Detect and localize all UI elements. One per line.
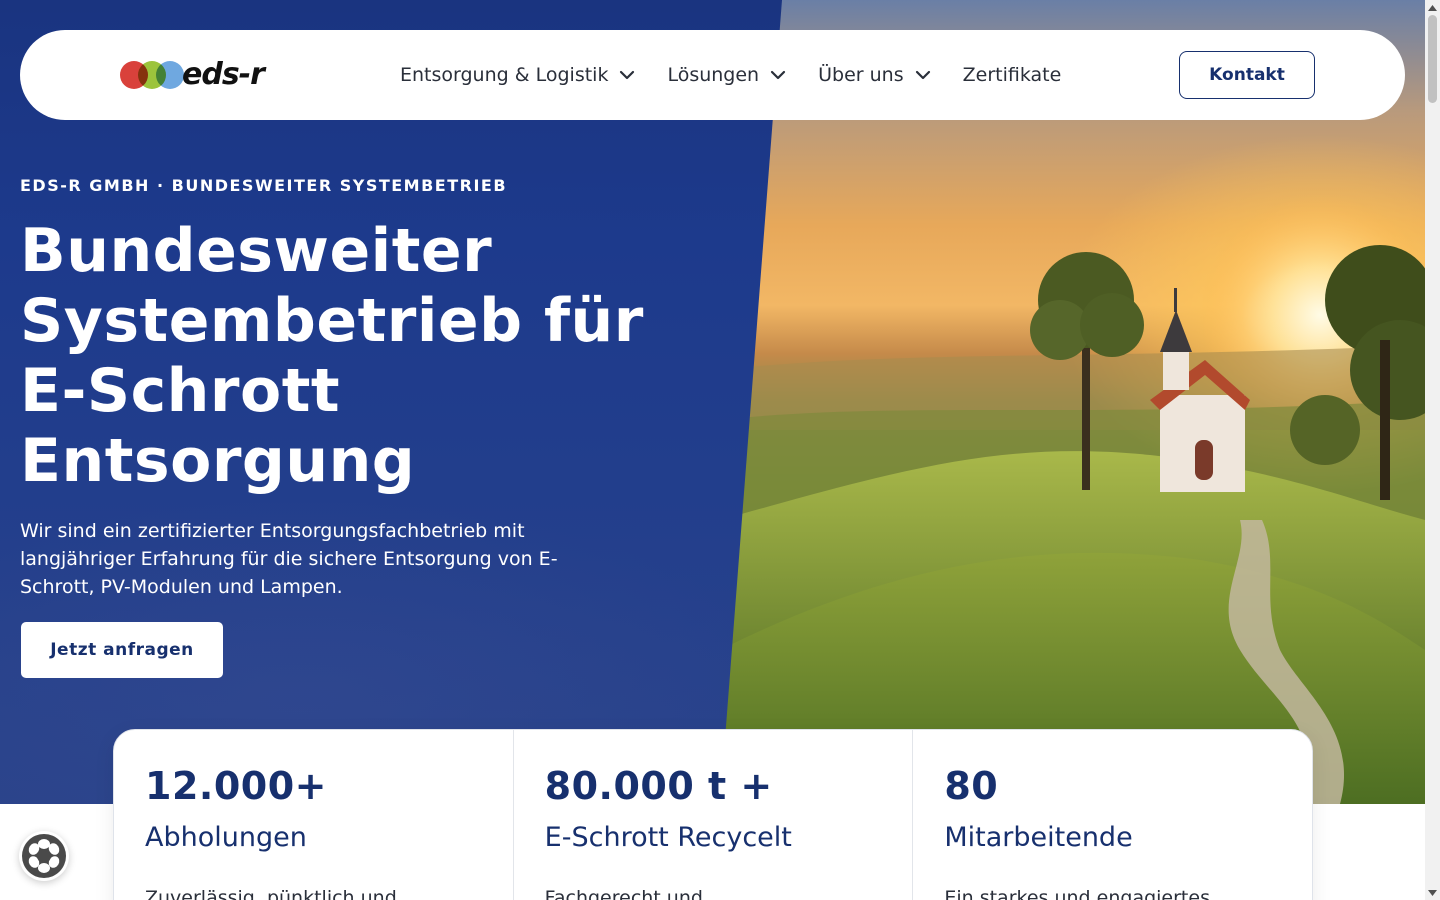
stat-desc: Ein starkes und engagiertes (944, 887, 1210, 900)
stat-mitarbeitende: 80 Mitarbeitende Ein starkes und engagie… (913, 730, 1312, 900)
logo-text: eds-r (182, 57, 265, 92)
nav-item-label: Entsorgung & Logistik (400, 64, 609, 86)
stat-abholungen: 12.000+ Abholungen Zuverlässig, pünktlic… (114, 730, 514, 900)
scroll-down-arrow-icon[interactable] (1425, 885, 1440, 900)
stat-label: Mitarbeitende (944, 822, 1133, 853)
nav-item-ueber-uns[interactable]: Über uns (818, 64, 932, 86)
page-scrollbar[interactable] (1425, 0, 1440, 900)
nav-item-label: Über uns (818, 64, 904, 86)
hero-eyebrow: EDS-R GMBH · BUNDESWEITER SYSTEMBETRIEB (20, 176, 508, 195)
jetzt-anfragen-button[interactable]: Jetzt anfragen (21, 622, 223, 678)
stat-label: Abholungen (145, 822, 307, 853)
stat-value: 80.000 t + (544, 764, 773, 808)
stat-e-schrott-recycelt: 80.000 t + E-Schrott Recycelt Fachgerech… (514, 730, 914, 900)
stat-desc: Zuverlässig, pünktlich und (145, 887, 397, 900)
cookie-settings-icon (22, 834, 66, 878)
stat-value: 80 (944, 764, 999, 808)
cookie-settings-button[interactable] (19, 831, 69, 881)
chevron-down-icon (915, 70, 930, 80)
hero-subtitle: Wir sind ein zertifizierter Entsorgungsf… (20, 520, 558, 598)
hero-title: Bundesweiter Systembetrieb für E-Schrott… (20, 216, 644, 496)
brand-logo[interactable]: eds-r (120, 60, 285, 90)
chevron-down-icon (620, 70, 635, 80)
stat-value: 12.000+ (145, 764, 327, 808)
nav-item-zertifikate[interactable]: Zertifikate (963, 64, 1062, 86)
main-nav: Entsorgung & Logistik Lösungen Über uns … (400, 30, 1092, 120)
top-navbar: eds-r Entsorgung & Logistik Lösungen Übe… (20, 30, 1405, 120)
logo-circles-icon (120, 60, 186, 90)
scroll-up-arrow-icon[interactable] (1425, 0, 1440, 15)
nav-item-label: Lösungen (667, 64, 760, 86)
kontakt-button[interactable]: Kontakt (1179, 51, 1315, 99)
scrollbar-thumb[interactable] (1428, 15, 1437, 103)
stats-card: 12.000+ Abholungen Zuverlässig, pünktlic… (113, 729, 1313, 900)
chevron-down-icon (771, 70, 786, 80)
nav-item-loesungen[interactable]: Lösungen (667, 64, 787, 86)
stat-desc: Fachgerecht und (544, 887, 703, 900)
nav-item-label: Zertifikate (962, 64, 1062, 86)
stat-label: E-Schrott Recycelt (544, 822, 792, 853)
nav-item-entsorgung-logistik[interactable]: Entsorgung & Logistik (400, 64, 636, 86)
